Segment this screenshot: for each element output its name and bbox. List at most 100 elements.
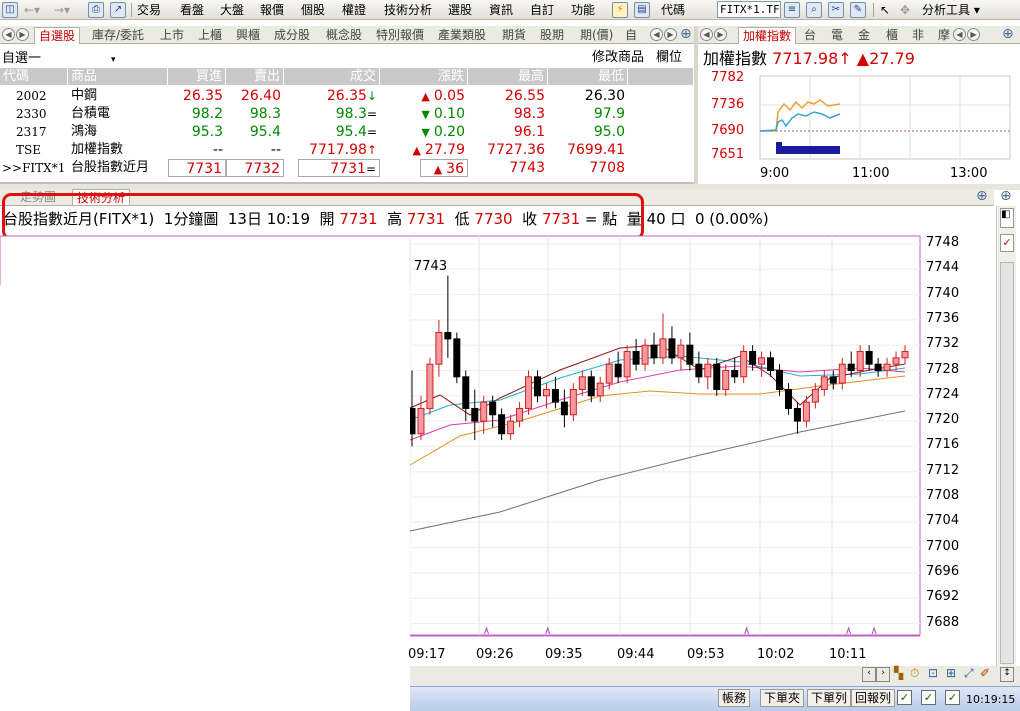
tabs-right-icon[interactable]: ▶ [664,28,677,41]
pan-icon[interactable]: ✥ [900,2,910,18]
chart-type-icon[interactable]: ▚ [894,666,903,680]
watchlist-tab-1[interactable]: 庫存/委託 [92,27,144,44]
back-icon[interactable]: ←▾ [24,2,40,18]
menu-6[interactable]: 技術分析 [384,2,432,18]
tools-icon[interactable]: ✂ [828,2,844,18]
zoom-in-icon[interactable]: ⊕ [680,26,692,42]
tech-zoom-icon-2[interactable]: ⊕ [1000,188,1012,204]
quote-row[interactable]: >>FITX*1 台股指數近月 7731 7732 7731= ▲ 36 7743 7708 [0,159,694,177]
candle-body [883,363,891,372]
zoom-box-icon[interactable]: ⊞ [946,666,956,680]
row-low: 95.0 [593,124,625,140]
side-check-icon[interactable]: ✓ [1000,234,1014,252]
clock-icon[interactable]: ⏱ [910,666,919,681]
expand-icon[interactable]: ⤢ [964,666,974,681]
form-icon[interactable]: ▤ [634,2,650,18]
ribbon-icon[interactable]: ✎ [850,2,866,18]
analysis-tools-menu[interactable]: 分析工具 ▾ [922,2,980,18]
lightning-icon[interactable]: ⚡ [612,2,628,18]
tab-scroll-left-icon[interactable]: ◀ [2,28,15,41]
candle-body [749,351,757,365]
mini-tabs-left-icon[interactable]: ◀ [953,28,966,41]
watchlist-tab-4[interactable]: 興櫃 [236,27,260,44]
column-header-1[interactable]: 商品 [68,68,168,85]
candle-body [838,363,846,384]
mini-tab-2[interactable]: 電 [831,27,843,44]
watchlist-tab-10[interactable]: 股期 [540,27,564,44]
column-header-3[interactable]: 賣出 [226,68,284,85]
mini-tab-3[interactable]: 金 [858,27,870,44]
menu-7[interactable]: 選股 [448,2,472,18]
row-high: 96.1 [513,124,545,140]
scroll-right-icon[interactable]: › [876,667,890,682]
column-header-7[interactable]: 最低 [548,68,628,85]
mini-tabs-right-icon[interactable]: ▶ [967,28,980,41]
watchlist-tab-11[interactable]: 期(價) [580,27,613,44]
column-header-6[interactable]: 最高 [468,68,548,85]
quote-row[interactable]: 2002 中鋼 26.35 26.40 26.35↓ ▲ 0.05 26.55 26.30 [0,87,694,105]
status-check-2-icon[interactable]: ✓ [921,690,936,705]
scroll-left-icon[interactable]: ‹ [862,667,876,682]
watchlist-tab-3[interactable]: 上櫃 [198,27,222,44]
mini-tab-left-icon[interactable]: ◀ [700,28,713,41]
mini-tab-right-icon[interactable]: ▶ [714,28,727,41]
menu-10[interactable]: 功能 [571,2,595,18]
status-button-2[interactable]: 下單列 [807,689,852,707]
status-button-0[interactable]: 帳務 [718,689,751,707]
tab-scroll-right-icon[interactable]: ▶ [16,28,29,41]
column-header-2[interactable]: 買進 [168,68,226,85]
column-header-0[interactable]: 代碼 [0,68,68,85]
row-name: 中鋼 [71,88,98,103]
watchlist-tab-2[interactable]: 上市 [160,27,184,44]
quote-row[interactable]: 2317 鴻海 95.3 95.4 95.4= ▼ 0.20 96.1 95.0 [0,123,694,141]
watchlist-tab-0[interactable]: 自選股 [34,27,81,44]
drawing-icon[interactable]: ✐ [980,666,990,680]
mini-tab-0[interactable]: 加權指數 [738,27,797,44]
quote-row[interactable]: TSE 加權指數 -- -- 7717.98↑ ▲ 27.79 7727.36 7699.41 [0,141,694,159]
menu-4[interactable]: 個股 [301,2,325,18]
mini-tab-4[interactable]: 櫃 [886,27,898,44]
mini-zoom-icon[interactable]: ⊕ [1002,26,1014,42]
external-icon[interactable]: ↗ [110,2,126,18]
tabs-left-icon[interactable]: ◀ [650,28,663,41]
vertical-scrollbar[interactable] [1000,262,1014,664]
watchlist-tab-6[interactable]: 概念股 [326,27,362,44]
watchlist-tab-5[interactable]: 成分股 [274,27,310,44]
watchlist-tab-8[interactable]: 產業類股 [438,27,486,44]
print-icon[interactable]: ⎙ [88,2,104,18]
menu-3[interactable]: 報價 [260,2,284,18]
search-icon[interactable]: ⌕ [806,2,822,18]
modify-items-button[interactable]: 修改商品 [592,46,644,65]
mini-tab-6[interactable]: 摩 [938,27,950,44]
column-header-5[interactable]: 漲跌 [380,68,468,85]
watchlist-tab-7[interactable]: 特別報價 [376,27,424,44]
cursor-icon[interactable]: ↖ [880,2,890,18]
menu-5[interactable]: 權證 [342,2,366,18]
menu-8[interactable]: 資訊 [489,2,513,18]
forward-icon[interactable]: →▾ [54,2,70,18]
column-header-4[interactable]: 成交 [284,68,380,85]
status-check-3-icon[interactable]: ✓ [945,690,960,705]
status-check-1-icon[interactable]: ✓ [897,690,912,705]
tech-zoom-icon[interactable]: ⊕ [976,188,988,204]
status-button-3[interactable]: 回報列 [851,689,896,707]
watchlist-tab-9[interactable]: 期貨 [502,27,526,44]
group-select[interactable]: 自選一 ▾ [2,47,116,66]
mini-tab-1[interactable]: 台 [804,27,816,44]
columns-button[interactable]: 欄位 [656,46,682,65]
watchlist-tab-12[interactable]: 自 [625,27,637,44]
menu-2[interactable]: 大盤 [220,2,244,18]
menu-9[interactable]: 自訂 [530,2,554,18]
panel-expand-icon[interactable]: ↕ [1000,667,1014,682]
rss-icon[interactable]: ≡ [784,2,800,18]
menu-1[interactable]: 看盤 [180,2,204,18]
status-button-1[interactable]: 下單夾 [760,689,805,707]
candle-body [417,407,425,435]
mini-tab-5[interactable]: 非 [912,27,924,44]
row-change: ▲ 36 [420,159,468,177]
menu-0[interactable]: 交易 [137,2,161,18]
quote-row[interactable]: 2330 台積電 98.2 98.3 98.3= ▼ 0.10 98.3 97.9 [0,105,694,123]
code-input[interactable]: FITX*1.TF [717,1,781,18]
side-indicator-icon[interactable]: ◧ [1000,208,1014,228]
zoom-fit-icon[interactable]: ⊡ [928,666,938,680]
